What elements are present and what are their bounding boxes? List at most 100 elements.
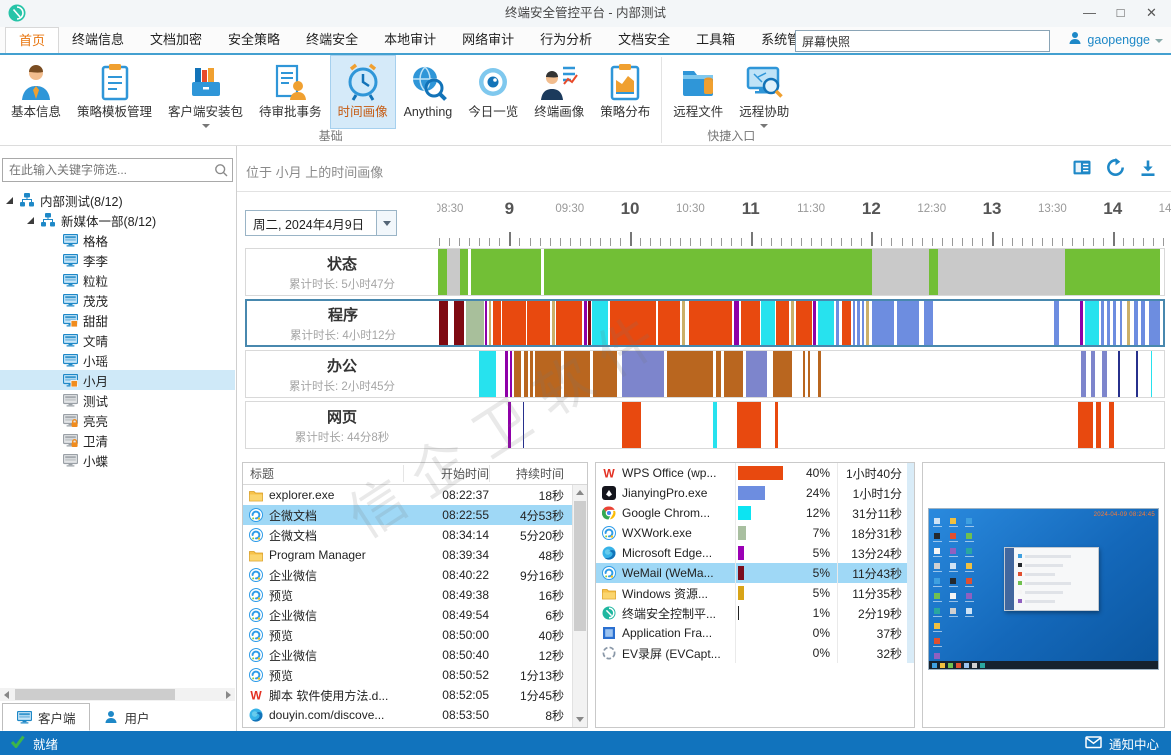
menu-tab-2[interactable]: 文档加密 (137, 27, 215, 53)
scrollbar-thumb[interactable] (574, 501, 586, 631)
scrollbar-thumb[interactable] (15, 689, 175, 700)
download-icon[interactable] (1139, 159, 1157, 180)
chevron-down-icon[interactable] (760, 124, 769, 128)
menu-tab-8[interactable]: 文档安全 (605, 27, 683, 53)
app-row[interactable]: Microsoft Edge... 5% 13分24秒 (596, 543, 914, 563)
app-row[interactable]: Windows 资源... 5% 11分35秒 (596, 583, 914, 603)
app-row[interactable]: JianyingPro.exe 24% 1小时1分 (596, 483, 914, 503)
scroll-up-icon[interactable] (573, 485, 587, 499)
window-row[interactable]: 企微文档 08:22:55 4分53秒 (243, 505, 587, 525)
timeline-row-网页[interactable]: 网页 累计时长: 44分8秒 (245, 401, 1165, 449)
minimize-button[interactable]: — (1074, 0, 1105, 27)
app-duration-cell: 11分35秒 (852, 586, 902, 601)
pc-offline-icon (62, 453, 78, 467)
timeline-plot[interactable] (438, 402, 1164, 448)
ribbon-button[interactable]: 终端画像 (526, 55, 592, 129)
window-row[interactable]: W 脚本 软件使用方法.d... 08:52:05 1分45秒 (243, 685, 587, 705)
tree-item[interactable]: 粒粒 (0, 270, 235, 290)
details-view-icon[interactable] (1072, 159, 1092, 179)
window-row[interactable]: Program Manager 08:39:34 48秒 (243, 545, 587, 565)
window-duration-cell: 9分16秒 (519, 568, 564, 583)
tree-item[interactable]: 茂茂 (0, 290, 235, 310)
tree-item[interactable]: 李李 (0, 250, 235, 270)
tree-item[interactable]: 测试 (0, 390, 235, 410)
scroll-left-icon[interactable] (0, 688, 14, 701)
menu-tab-6[interactable]: 网络审计 (449, 27, 527, 53)
timeline-row-程序[interactable]: 程序 累计时长: 4小时12分 (245, 299, 1165, 347)
window-row[interactable]: explorer.exe 08:22:37 18秒 (243, 485, 587, 505)
ribbon-button[interactable]: 策略模板管理 (69, 55, 160, 129)
timeline-row-状态[interactable]: 状态 累计时长: 5小时47分 (245, 248, 1165, 296)
ribbon-button[interactable]: 待审批事务 (251, 55, 330, 129)
tree-expand-icon[interactable] (27, 216, 34, 224)
tree-item[interactable]: 甜甜 (0, 310, 235, 330)
menu-tab-3[interactable]: 安全策略 (215, 27, 293, 53)
tree-item[interactable]: 文晴 (0, 330, 235, 350)
tree-filter-input[interactable] (3, 159, 208, 181)
timeline-row-办公[interactable]: 办公 累计时长: 2小时45分 (245, 350, 1165, 398)
maximize-button[interactable]: □ (1105, 0, 1136, 27)
menu-tab-1[interactable]: 终端信息 (59, 27, 137, 53)
tree-item[interactable]: 亮亮 (0, 410, 235, 430)
ribbon-button[interactable]: 时间画像 (329, 55, 396, 129)
app-row[interactable]: WXWork.exe 7% 18分31秒 (596, 523, 914, 543)
ribbon-button[interactable]: 策略分布 (592, 55, 658, 129)
chevron-down-icon[interactable] (201, 124, 210, 128)
ribbon-button[interactable]: 今日一览 (460, 55, 526, 129)
tree-item[interactable]: 新媒体一部(8/12) (0, 210, 235, 230)
vertical-scrollbar[interactable] (572, 485, 587, 727)
window-row[interactable]: 企业微信 08:50:40 12秒 (243, 645, 587, 665)
chevron-down-icon[interactable] (376, 211, 396, 235)
scroll-down-icon[interactable] (573, 713, 587, 727)
desktop-screenshot[interactable]: 2024-04-09 08:24:45 (928, 508, 1159, 670)
tree-item[interactable]: 卫清 (0, 430, 235, 450)
scroll-right-icon[interactable] (221, 688, 235, 701)
window-row[interactable]: 预览 08:49:38 16秒 (243, 585, 587, 605)
sidebar-tab-1[interactable]: 用户 (90, 703, 163, 731)
app-row[interactable]: 终端安全控制平... 1% 2分19秒 (596, 603, 914, 623)
window-row[interactable]: 预览 08:50:00 40秒 (243, 625, 587, 645)
sidebar-tab-0[interactable]: 客户端 (2, 703, 90, 731)
timeline-plot[interactable] (439, 301, 1163, 345)
refresh-icon[interactable] (1106, 158, 1125, 180)
menu-tab-9[interactable]: 工具箱 (683, 27, 748, 53)
app-row[interactable]: Application Fra... 0% 37秒 (596, 623, 914, 643)
app-row[interactable]: WeMail (WeMa... 5% 11分43秒 (596, 563, 914, 583)
horizontal-scrollbar[interactable] (0, 688, 235, 701)
window-row[interactable]: 企业微信 08:49:54 6秒 (243, 605, 587, 625)
tree-item[interactable]: 内部测试(8/12) (0, 190, 235, 210)
timeline-segment (740, 301, 760, 345)
vertical-scrollbar[interactable] (907, 463, 914, 663)
window-row[interactable]: 预览 08:50:52 1分13秒 (243, 665, 587, 685)
window-row[interactable]: douyin.com/discove... 08:53:50 8秒 (243, 705, 587, 725)
menu-tab-7[interactable]: 行为分析 (527, 27, 605, 53)
timeline-plot[interactable] (438, 351, 1164, 397)
tree-item[interactable]: 格格 (0, 230, 235, 250)
timeline-plot[interactable] (438, 249, 1164, 295)
tree-item[interactable]: 小月 (0, 370, 235, 390)
ribbon-button[interactable]: 客户端安装包 (160, 55, 251, 129)
menu-tab-4[interactable]: 终端安全 (293, 27, 371, 53)
search-input[interactable] (795, 30, 1050, 52)
date-picker[interactable]: 周二, 2024年4月9日 (245, 210, 397, 236)
window-row[interactable]: 企微文档 08:34:14 5分20秒 (243, 525, 587, 545)
tree-item[interactable]: 小蝶 (0, 450, 235, 470)
app-row[interactable]: Google Chrom... 12% 31分11秒 (596, 503, 914, 523)
menu-tab-5[interactable]: 本地审计 (371, 27, 449, 53)
tree-item[interactable]: 小瑶 (0, 350, 235, 370)
app-row[interactable]: W WPS Office (wp... 40% 1小时40分 (596, 463, 914, 483)
menu-tab-0[interactable]: 首页 (5, 27, 60, 53)
app-row[interactable]: EV录屏 (EVCapt... 0% 32秒 (596, 643, 914, 663)
notification-center[interactable]: 通知中心 (1085, 731, 1159, 755)
close-button[interactable]: ✕ (1136, 0, 1167, 27)
window-start-cell: 08:49:54 (442, 608, 489, 622)
ribbon-button[interactable]: Anything (396, 55, 461, 129)
timeline-segment (508, 402, 512, 448)
ribbon-button[interactable]: 基本信息 (3, 55, 69, 129)
user-menu[interactable]: gaopengge (1068, 31, 1163, 48)
ribbon-button[interactable]: 远程文件 (665, 55, 731, 129)
ribbon-button[interactable]: 远程协助 (731, 55, 797, 129)
search-icon[interactable] (214, 163, 229, 181)
tree-expand-icon[interactable] (6, 196, 13, 204)
window-row[interactable]: 企业微信 08:40:22 9分16秒 (243, 565, 587, 585)
